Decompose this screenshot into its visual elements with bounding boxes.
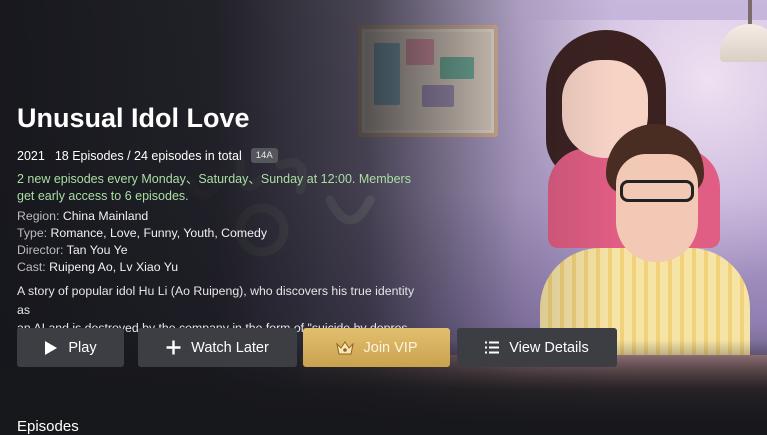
type-row: Type: Romance, Love, Funny, Youth, Comed… xyxy=(17,226,267,240)
episodes-section-heading: Episodes xyxy=(17,418,79,435)
plus-icon xyxy=(166,340,181,355)
director-label: Director: xyxy=(17,243,64,257)
show-title: Unusual Idol Love xyxy=(17,103,250,133)
cast-label: Cast: xyxy=(17,260,46,274)
view-details-button[interactable]: View Details xyxy=(457,328,617,367)
director-value: Tan You Ye xyxy=(66,243,128,257)
release-schedule: 2 new episodes every Monday、Saturday、Sun… xyxy=(17,172,411,203)
synopsis-line-1: A story of popular idol Hu Li (Ao Ruipen… xyxy=(17,284,415,317)
view-details-label: View Details xyxy=(509,339,589,356)
crown-icon xyxy=(335,340,354,356)
episode-count: 18 Episodes / 24 episodes in total xyxy=(54,148,242,163)
region-label: Region: xyxy=(17,209,60,223)
join-vip-button[interactable]: Join VIP xyxy=(303,328,450,367)
type-label: Type: xyxy=(17,226,48,240)
play-icon xyxy=(44,340,58,356)
play-button-label: Play xyxy=(68,339,97,356)
director-row: Director: Tan You Ye xyxy=(17,243,128,257)
region-row: Region: China Mainland xyxy=(17,209,148,223)
list-icon xyxy=(485,341,500,354)
show-meta: 2021 18 Episodes / 24 episodes in total … xyxy=(17,148,278,163)
cast-value: Ruipeng Ao, Lv Xiao Yu xyxy=(49,260,179,274)
watch-later-button[interactable]: Watch Later xyxy=(138,328,297,367)
play-button[interactable]: Play xyxy=(17,328,124,367)
type-value: Romance, Love, Funny, Youth, Comedy xyxy=(50,226,267,240)
region-value: China Mainland xyxy=(62,209,149,223)
join-vip-label: Join VIP xyxy=(363,339,418,356)
watch-later-label: Watch Later xyxy=(191,339,269,356)
cast-row: Cast: Ruipeng Ao, Lv Xiao Yu xyxy=(17,260,178,274)
rating-badge: 14A xyxy=(250,148,278,163)
show-year: 2021 xyxy=(17,148,45,163)
